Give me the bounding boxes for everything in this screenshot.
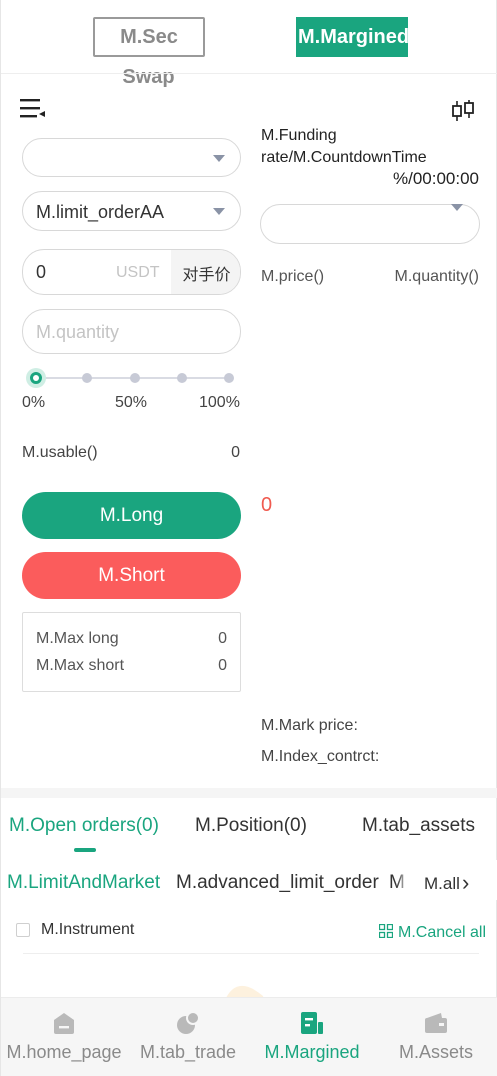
chevron-down-icon bbox=[451, 204, 463, 211]
tab-assets[interactable]: M.tab_assets bbox=[362, 815, 475, 837]
slider-mark-25[interactable] bbox=[82, 373, 92, 383]
trade-page: M.Sec M.Margined Swap M.limit_orderAA 0 … bbox=[0, 0, 497, 1076]
list-divider bbox=[23, 953, 479, 954]
orderbook-price-header: M.price() bbox=[261, 268, 325, 285]
last-price: 0 bbox=[261, 494, 273, 516]
cancel-all-button[interactable]: M.Cancel all bbox=[398, 924, 486, 942]
depth-select[interactable] bbox=[260, 204, 480, 244]
usable-label: M.usable() bbox=[22, 444, 98, 461]
page-title: Swap bbox=[122, 66, 175, 88]
trade-icon bbox=[175, 1010, 201, 1036]
index-price-label: M.Index_contrct: bbox=[261, 748, 380, 765]
price-input[interactable]: 0 bbox=[36, 262, 46, 283]
quantity-input[interactable]: M.quantity bbox=[22, 309, 241, 354]
slider-label-0: 0% bbox=[22, 394, 46, 411]
order-type-select[interactable]: M.limit_orderAA bbox=[22, 191, 241, 231]
tab-active-indicator bbox=[74, 848, 96, 852]
order-subtabs: M.LimitAndMarket M.advanced_limit_order … bbox=[1, 860, 411, 900]
mark-price-label: M.Mark price: bbox=[261, 717, 358, 734]
slider-label-50: 50% bbox=[115, 394, 148, 411]
max-long-label: M.Max long bbox=[36, 630, 119, 647]
counterparty-price-button[interactable]: 对手价 bbox=[171, 250, 240, 294]
price-unit: USDT bbox=[116, 264, 160, 281]
all-filter[interactable]: M.all › bbox=[409, 860, 497, 900]
cancel-all-icon[interactable] bbox=[378, 923, 394, 939]
long-button[interactable]: M.Long bbox=[22, 492, 241, 539]
tab-position[interactable]: M.Position(0) bbox=[195, 815, 307, 837]
max-short-label: M.Max short bbox=[36, 657, 125, 674]
nav-trade-label: M.tab_trade bbox=[139, 1042, 237, 1062]
chevron-right-icon: › bbox=[462, 870, 470, 895]
mode-sec-button[interactable]: M.Sec bbox=[93, 17, 205, 57]
orderbook-quantity-header: M.quantity() bbox=[394, 268, 479, 285]
slider-mark-75[interactable] bbox=[177, 373, 187, 383]
tab-open-orders[interactable]: M.Open orders(0) bbox=[9, 815, 159, 837]
instrument-checkbox[interactable] bbox=[16, 923, 30, 937]
price-input-group: 0 USDT 对手价 bbox=[22, 249, 241, 295]
home-icon bbox=[51, 1010, 77, 1036]
subtab-limit-market[interactable]: M.LimitAndMarket bbox=[7, 872, 160, 894]
instrument-label: M.Instrument bbox=[41, 921, 135, 938]
nav-margined[interactable]: M.Margined bbox=[250, 1004, 374, 1063]
nav-margined-label: M.Margined bbox=[264, 1042, 360, 1062]
nav-home-label: M.home_page bbox=[6, 1042, 122, 1062]
mode-margined-button[interactable]: M.Margined bbox=[296, 17, 408, 57]
chevron-down-icon bbox=[213, 208, 225, 215]
nav-assets[interactable]: M.Assets bbox=[374, 1004, 497, 1063]
max-long-value: 0 bbox=[218, 630, 227, 647]
short-button[interactable]: M.Short bbox=[22, 552, 241, 599]
nav-trade[interactable]: M.tab_trade bbox=[126, 1004, 250, 1063]
margined-icon bbox=[299, 1010, 325, 1036]
slider-label-100: 100% bbox=[199, 394, 240, 411]
subtab-advanced-limit[interactable]: M.advanced_limit_order bbox=[176, 872, 379, 894]
slider-handle[interactable] bbox=[26, 368, 46, 388]
max-short-value: 0 bbox=[218, 657, 227, 674]
candlestick-chart-icon[interactable] bbox=[451, 100, 475, 122]
slider-mark-50[interactable] bbox=[130, 373, 140, 383]
usable-value: 0 bbox=[231, 444, 240, 461]
symbol-select[interactable] bbox=[22, 138, 241, 177]
wallet-icon bbox=[423, 1010, 449, 1036]
quantity-placeholder: M.quantity bbox=[36, 322, 120, 342]
chevron-down-icon bbox=[213, 155, 225, 162]
nav-home[interactable]: M.home_page bbox=[2, 1004, 126, 1063]
slider-mark-100[interactable] bbox=[224, 373, 234, 383]
menu-icon[interactable] bbox=[20, 98, 46, 120]
funding-rate-value: %/00:00:00 bbox=[392, 169, 479, 188]
subtab-more[interactable]: M bbox=[389, 872, 405, 894]
nav-assets-label: M.Assets bbox=[398, 1042, 473, 1062]
funding-rate-label: M.Funding rate/M.CountdownTime bbox=[261, 127, 427, 166]
max-position-box: M.Max long 0 M.Max short 0 bbox=[22, 612, 241, 692]
order-type-value: M.limit_orderAA bbox=[36, 202, 165, 222]
section-divider bbox=[1, 788, 497, 798]
all-filter-label: M.all bbox=[424, 874, 460, 893]
header-divider bbox=[1, 73, 497, 74]
